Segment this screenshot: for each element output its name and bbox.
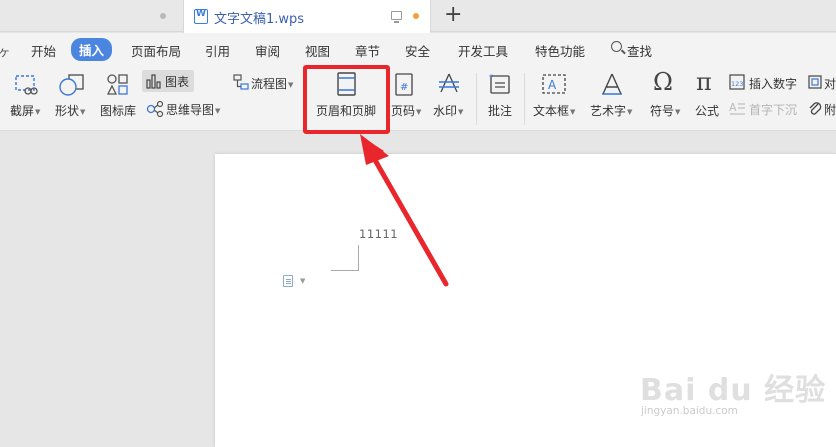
watermark-logo-text: Bai du 经验 — [640, 373, 827, 408]
watermark-url: jingyan.baidu.com — [641, 405, 738, 417]
